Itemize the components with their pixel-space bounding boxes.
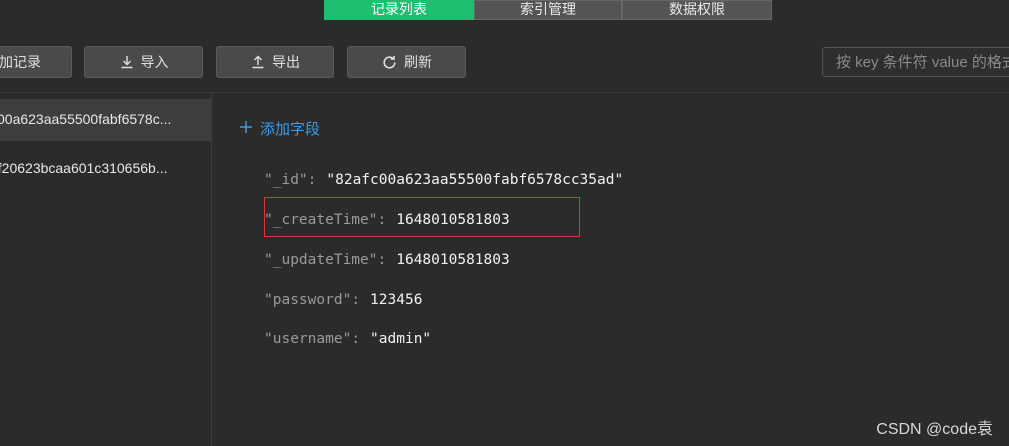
record-list: c00a623aa55500fabf6578c... 5f20623bcaa60…	[0, 93, 212, 446]
record-id: c00a623aa55500fabf6578c...	[0, 111, 172, 127]
watermark: CSDN @code袁	[876, 421, 993, 438]
record-id: 5f20623bcaa601c310656b...	[0, 160, 168, 176]
field-colon: :	[307, 172, 317, 188]
export-button[interactable]: 导出	[216, 46, 334, 78]
download-icon	[119, 54, 135, 70]
annotation-highlight-box	[264, 197, 580, 237]
field-row-password: "password":123456	[264, 292, 422, 308]
import-label: 导入	[140, 54, 169, 70]
field-value[interactable]: 1648010581803	[396, 252, 510, 268]
field-value[interactable]: 123456	[370, 292, 422, 308]
add-record-label: 加记录	[0, 54, 41, 70]
search-input[interactable]	[822, 47, 1009, 77]
plus-icon	[238, 119, 254, 139]
field-key: "password"	[264, 292, 352, 308]
refresh-icon	[381, 54, 398, 71]
tab-index-management[interactable]: 索引管理	[474, 0, 622, 20]
field-row-username: "username": "admin"	[264, 331, 431, 347]
field-value[interactable]: "82afc00a623aa55500fabf6578cc35ad"	[326, 172, 623, 188]
tab-record-list[interactable]: 记录列表	[324, 0, 474, 20]
field-row-id: "_id": "82afc00a623aa55500fabf6578cc35ad"	[264, 172, 623, 188]
refresh-label: 刷新	[404, 54, 432, 70]
field-key: "username"	[264, 331, 352, 347]
list-item[interactable]: c00a623aa55500fabf6578c...	[0, 99, 211, 141]
add-field-button[interactable]: 添加字段	[238, 118, 320, 139]
field-colon: :	[351, 292, 361, 308]
export-label: 导出	[272, 54, 300, 70]
field-colon: :	[377, 252, 387, 268]
list-item[interactable]: 5f20623bcaa601c310656b...	[0, 149, 211, 187]
tab-data-permissions[interactable]: 数据权限	[622, 0, 772, 20]
field-key: "_id"	[264, 172, 308, 188]
import-button[interactable]: 导入	[84, 46, 203, 78]
view-tabs: 记录列表 索引管理 数据权限	[324, 0, 772, 20]
field-key: "_updateTime"	[264, 252, 378, 268]
add-field-label: 添加字段	[260, 121, 321, 138]
field-row-updatetime: "_updateTime":1648010581803	[264, 252, 510, 268]
refresh-button[interactable]: 刷新	[347, 46, 466, 78]
field-value[interactable]: "admin"	[370, 331, 431, 347]
add-record-button[interactable]: 加记录	[0, 46, 72, 78]
upload-icon	[250, 54, 266, 70]
field-colon: :	[351, 331, 361, 347]
